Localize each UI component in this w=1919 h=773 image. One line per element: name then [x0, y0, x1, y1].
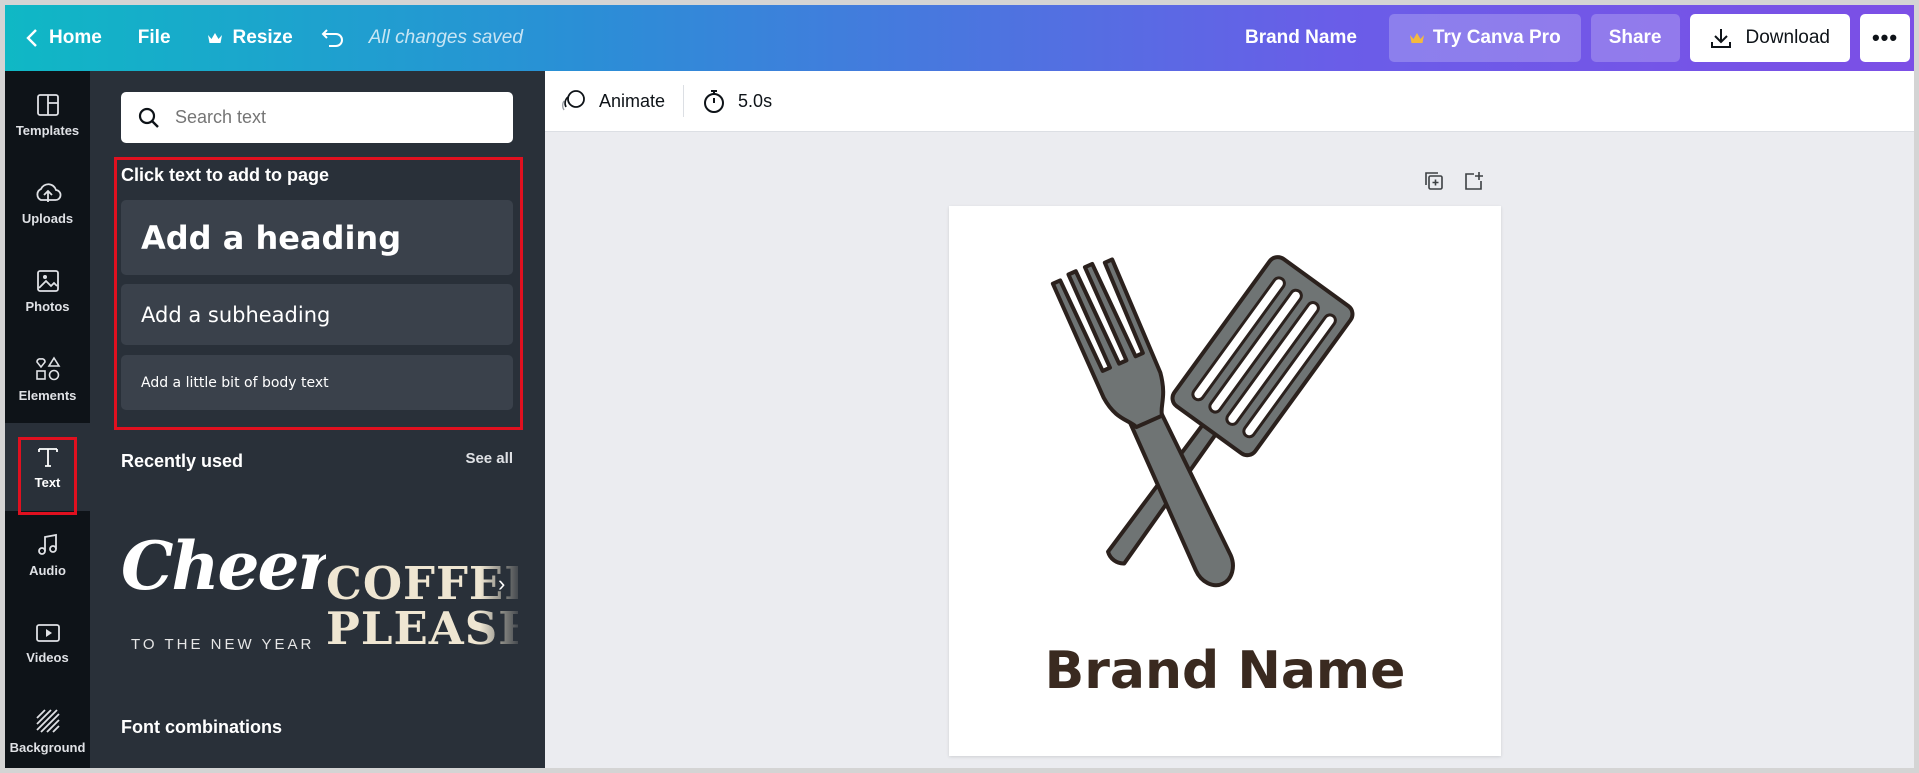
- search-icon: [138, 107, 159, 128]
- chevron-right-icon[interactable]: ›: [498, 571, 505, 597]
- video-play-icon: [35, 623, 60, 642]
- home-button[interactable]: Home: [5, 5, 120, 71]
- nav-uploads[interactable]: Uploads: [5, 159, 90, 247]
- app-window: Home File Resize All changes saved Brand…: [0, 0, 1919, 773]
- text-panel: Click text to add to page Add a heading …: [90, 71, 545, 768]
- duration-button[interactable]: 5.0s: [684, 71, 790, 132]
- nav-label: Audio: [29, 562, 66, 578]
- download-icon: [1710, 29, 1731, 48]
- file-menu-button[interactable]: File: [120, 5, 189, 71]
- nav-elements[interactable]: Elements: [5, 335, 90, 423]
- photo-icon: [36, 269, 59, 292]
- save-status: All changes saved: [368, 27, 523, 48]
- home-label: Home: [49, 27, 102, 48]
- more-options-button[interactable]: •••: [1860, 14, 1910, 62]
- nav-label: Photos: [25, 298, 70, 314]
- design-page[interactable]: Brand Name: [949, 206, 1501, 756]
- font-combinations-title: Font combinations: [121, 717, 282, 737]
- nav-audio[interactable]: Audio: [5, 511, 90, 599]
- undo-button[interactable]: [311, 5, 365, 71]
- animate-icon: [561, 90, 585, 111]
- nav-videos[interactable]: Videos: [5, 599, 90, 687]
- nav-label: Videos: [26, 649, 69, 665]
- brand-name-text[interactable]: Brand Name: [949, 641, 1501, 701]
- undo-icon: [321, 29, 343, 47]
- text-options-highlight-box: [114, 157, 523, 430]
- background-stripes-icon: [35, 708, 60, 733]
- try-canva-pro-button[interactable]: Try Canva Pro: [1388, 14, 1581, 62]
- recent-font-cheers[interactable]: Cheers TO THE NEW YEAR: [121, 499, 367, 679]
- elements-shapes-icon: [35, 355, 60, 380]
- file-label: File: [137, 27, 171, 48]
- top-bar: Home File Resize All changes saved Brand…: [5, 5, 1914, 71]
- upload-cloud-icon: [36, 182, 61, 202]
- pro-label: Try Canva Pro: [1432, 27, 1561, 48]
- left-nav: Templates Uploads Photos Elements Text A…: [5, 71, 90, 768]
- right-scrollbar[interactable]: [1914, 71, 1919, 773]
- templates-icon: [36, 93, 59, 116]
- page-actions: [1423, 170, 1503, 197]
- chevron-left-icon: [26, 29, 37, 47]
- fork-spatula-logo[interactable]: [949, 206, 1501, 626]
- download-label: Download: [1745, 27, 1831, 48]
- duration-label: 5.0s: [738, 90, 773, 111]
- resize-label: Resize: [232, 27, 293, 48]
- crown-icon: [207, 33, 222, 43]
- nav-background[interactable]: Background: [5, 687, 90, 768]
- animate-button[interactable]: Animate: [545, 71, 683, 132]
- share-button[interactable]: Share: [1590, 14, 1680, 62]
- stopwatch-icon: [704, 90, 725, 113]
- nav-label: Background: [9, 739, 86, 755]
- download-button[interactable]: Download: [1689, 14, 1850, 62]
- search-input[interactable]: [175, 107, 475, 128]
- more-dots-icon: •••: [1871, 25, 1899, 50]
- see-all-link[interactable]: See all: [465, 450, 513, 467]
- topbar-right-group: Brand Name Try Canva Pro Share Download …: [1245, 5, 1914, 71]
- nav-label: Uploads: [21, 210, 74, 226]
- share-label: Share: [1608, 27, 1662, 48]
- add-page-icon[interactable]: [1463, 170, 1485, 197]
- nav-label: Templates: [15, 122, 80, 138]
- nav-photos[interactable]: Photos: [5, 247, 90, 335]
- nav-label: Elements: [18, 387, 77, 403]
- animate-label: Animate: [599, 90, 666, 111]
- recently-used-title: Recently used: [121, 451, 244, 471]
- nav-templates[interactable]: Templates: [5, 71, 90, 159]
- search-box[interactable]: [121, 92, 513, 143]
- editor-toolbar: Animate 5.0s: [545, 71, 1914, 132]
- crown-icon: [1409, 33, 1424, 43]
- music-note-icon: [37, 533, 57, 555]
- document-title[interactable]: Brand Name: [1245, 27, 1357, 49]
- duplicate-page-icon[interactable]: [1423, 170, 1445, 197]
- text-tab-highlight-box: [18, 437, 77, 515]
- resize-button[interactable]: Resize: [189, 5, 311, 71]
- cheers-line2: TO THE NEW YEAR: [131, 636, 315, 653]
